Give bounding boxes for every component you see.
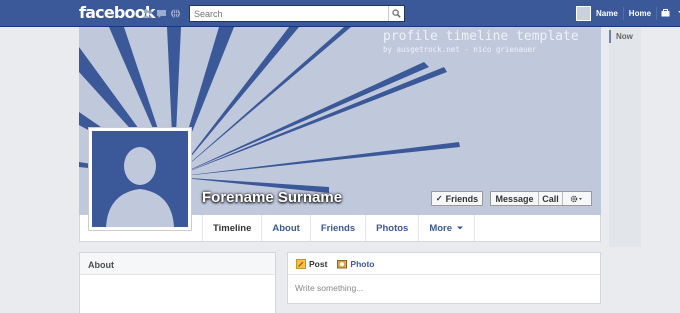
gear-icon	[570, 195, 582, 202]
search-input[interactable]	[190, 6, 380, 21]
timeline-year-nav	[609, 27, 641, 247]
about-box-title[interactable]: About	[80, 253, 275, 275]
home-link[interactable]: Home	[624, 9, 656, 18]
timeline-now-link[interactable]: Now	[609, 30, 633, 43]
post-tab-label: Post	[309, 258, 328, 269]
default-avatar-silhouette	[92, 131, 188, 227]
photo-icon	[337, 259, 348, 268]
friends-button-label: Friends	[445, 193, 479, 204]
composer-tabs: Post Photo	[288, 253, 600, 275]
call-button[interactable]: Call	[539, 192, 563, 205]
about-box: About	[79, 252, 276, 313]
account-icon[interactable]	[657, 8, 674, 19]
checkmark-icon: ✓	[435, 194, 443, 203]
notifications-icon[interactable]	[170, 8, 181, 19]
tab-friends[interactable]: Friends	[309, 215, 365, 241]
cover-subtitle-text: by ausgetrock.net - nico grienauer	[383, 45, 537, 54]
profile-name-link[interactable]: Name	[591, 9, 623, 18]
status-input[interactable]: Write something...	[288, 275, 600, 301]
avatar[interactable]	[576, 6, 591, 21]
friend-requests-icon[interactable]	[142, 8, 153, 19]
photo-tab[interactable]: Photo	[337, 258, 375, 269]
search-button[interactable]	[388, 6, 404, 21]
messages-icon[interactable]	[156, 8, 167, 19]
chevron-down-icon	[457, 226, 464, 230]
search-icon	[392, 9, 401, 18]
friends-button[interactable]: ✓ Friends	[431, 191, 483, 206]
pencil-icon	[296, 258, 306, 269]
tab-photos[interactable]: Photos	[365, 215, 418, 241]
post-tab[interactable]: Post	[296, 258, 328, 269]
top-navigation-bar: facebook Name Home	[0, 0, 680, 27]
message-button[interactable]: Message	[491, 192, 539, 205]
profile-name[interactable]: Forename Surname	[202, 189, 342, 206]
search-box	[189, 5, 405, 22]
settings-dropdown-button[interactable]	[563, 192, 591, 205]
tab-timeline[interactable]: Timeline	[202, 215, 261, 241]
photo-tab-label: Photo	[350, 258, 375, 269]
account-nav: Name Home	[576, 5, 680, 22]
settings-icon[interactable]	[674, 9, 680, 19]
tab-more-label: More	[429, 222, 453, 234]
tab-about[interactable]: About	[261, 215, 309, 241]
status-composer: Post Photo Write something...	[287, 252, 601, 304]
profile-picture[interactable]	[88, 127, 192, 231]
tab-more[interactable]: More	[418, 215, 476, 241]
profile-action-buttons: Message Call	[490, 191, 592, 206]
profile-tabs: Timeline About Friends Photos More	[202, 215, 476, 241]
cover-title-text: profile timeline template	[383, 29, 579, 44]
notification-jewels	[142, 8, 181, 19]
